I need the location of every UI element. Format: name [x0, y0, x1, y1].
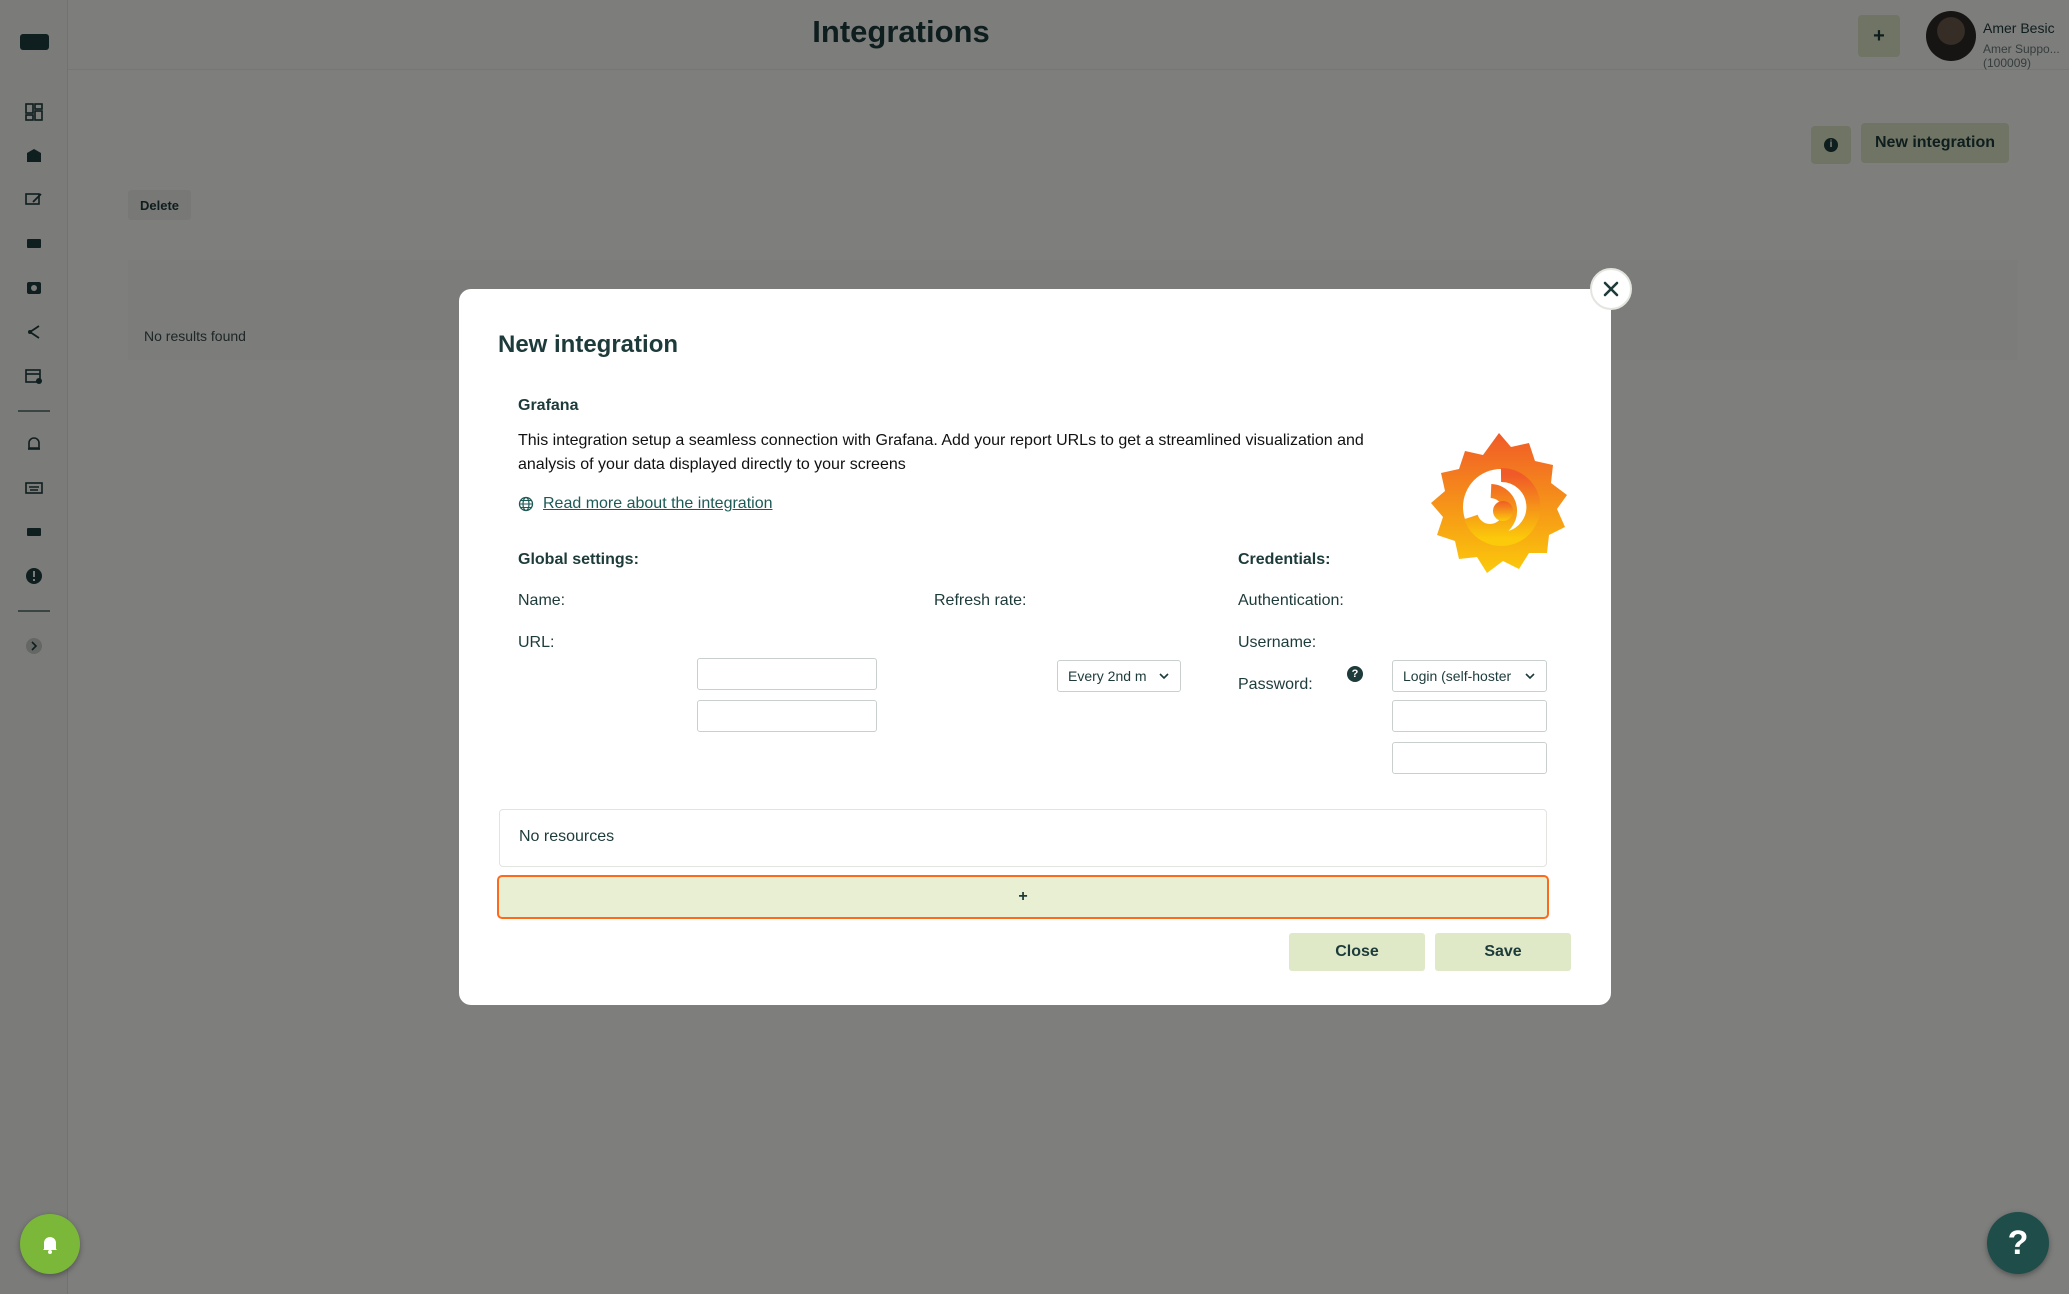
new-integration-dialog: New integration Grafana This integration… — [459, 289, 1611, 1005]
password-input[interactable] — [1392, 742, 1547, 774]
refresh-rate-select[interactable]: Every 2nd m — [1057, 660, 1181, 692]
authentication-value: Login (self-hoster — [1403, 668, 1512, 684]
name-input[interactable] — [697, 658, 877, 690]
dialog-title: New integration — [498, 331, 679, 358]
read-more-link[interactable]: Read more about the integration — [518, 495, 772, 513]
grafana-logo — [1431, 433, 1567, 573]
help-button[interactable]: ? — [1987, 1212, 2049, 1274]
authentication-help-icon[interactable]: ? — [1347, 666, 1363, 682]
username-label: Username: — [1238, 634, 1317, 651]
close-icon[interactable] — [1590, 268, 1632, 310]
url-label: URL: — [518, 634, 555, 651]
username-input[interactable] — [1392, 700, 1547, 732]
chevron-down-icon — [1525, 673, 1535, 680]
url-input[interactable] — [697, 700, 877, 732]
no-resources-text: No resources — [519, 828, 615, 845]
notifications-button[interactable] — [20, 1214, 80, 1274]
refresh-rate-label: Refresh rate: — [934, 592, 1027, 609]
authentication-label: Authentication: — [1238, 592, 1344, 609]
bell-icon — [43, 1237, 57, 1254]
read-more-label[interactable]: Read more about the integration — [543, 495, 772, 513]
authentication-select[interactable]: Login (self-hoster — [1392, 660, 1547, 692]
save-button[interactable]: Save — [1435, 933, 1571, 971]
refresh-rate-value: Every 2nd m — [1068, 668, 1147, 684]
resources-list: No resources — [499, 809, 1547, 867]
global-settings-heading: Global settings: — [518, 551, 639, 568]
name-label: Name: — [518, 592, 566, 609]
integration-description: This integration setup a seamless connec… — [518, 432, 1364, 473]
integration-name: Grafana — [518, 397, 579, 414]
close-button[interactable]: Close — [1289, 933, 1425, 971]
chevron-down-icon — [1159, 673, 1169, 680]
add-resource-button[interactable]: + — [497, 875, 1549, 919]
credentials-heading: Credentials: — [1238, 551, 1331, 568]
globe-icon — [518, 496, 534, 512]
password-label: Password: — [1238, 676, 1313, 693]
